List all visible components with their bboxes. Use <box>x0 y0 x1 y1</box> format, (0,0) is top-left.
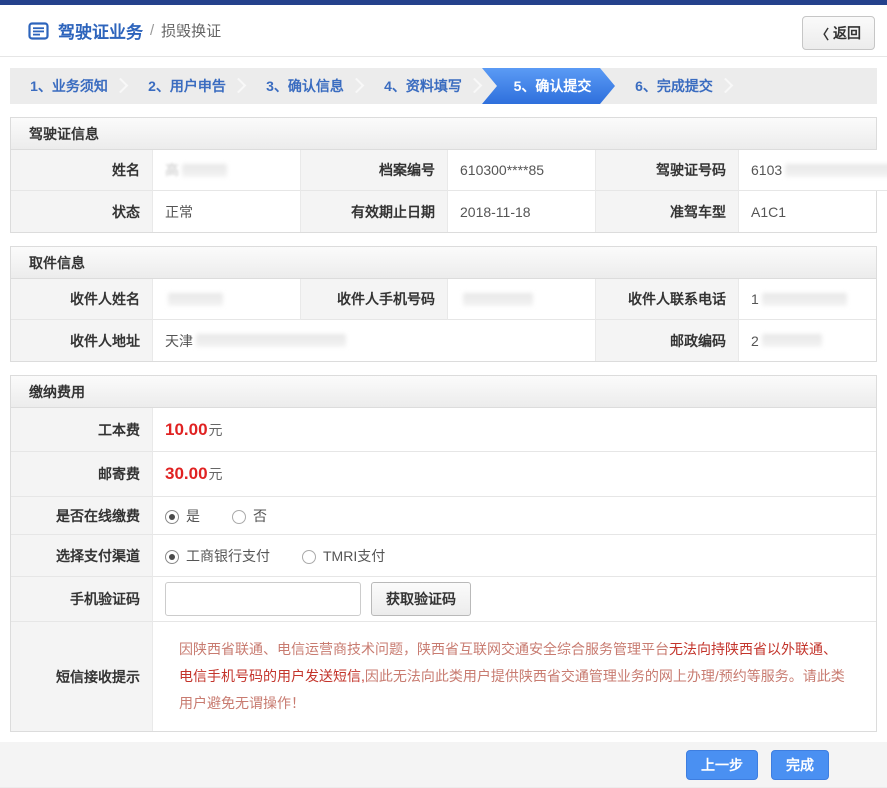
license-no-label: 驾驶证号码 <box>596 150 739 191</box>
step-1-business-notice[interactable]: 1、业务须知 <box>10 68 128 104</box>
online-pay-option-no[interactable]: 否 <box>232 506 267 526</box>
postage-fee-unit: 元 <box>208 466 223 482</box>
fees-section-title: 缴纳费用 <box>11 376 876 408</box>
step-3-confirm-info[interactable]: 3、确认信息 <box>246 68 364 104</box>
radio-yes-selected-icon[interactable] <box>165 509 179 524</box>
redacted-recipient-address <box>196 334 346 347</box>
file-no-value: 610300****85 <box>448 150 596 191</box>
footer-action-bar: 上一步 完成 <box>0 742 887 788</box>
back-chevron-icon: 〈 <box>815 26 829 42</box>
back-button[interactable]: 〈 返回 <box>801 16 875 50</box>
breadcrumb-divider: / <box>150 22 155 39</box>
previous-step-button[interactable]: 上一步 <box>686 749 758 780</box>
finish-button[interactable]: 完成 <box>771 749 829 780</box>
license-info-section-title: 驾驶证信息 <box>11 118 876 150</box>
radio-no-icon[interactable] <box>232 509 246 524</box>
expiry-value: 2018-11-18 <box>448 191 596 232</box>
pay-channel-label: 选择支付渠道 <box>11 535 153 577</box>
page-title: 驾驶证业务 <box>58 23 143 42</box>
breadcrumb-current: 损毁换证 <box>161 23 222 40</box>
sms-code-row: 获取验证码 <box>153 577 876 622</box>
redacted-recipient-mobile <box>463 292 533 306</box>
work-fee-value: 10.00 元 <box>153 408 876 452</box>
redacted-license-no <box>785 163 887 177</box>
recipient-tel-label: 收件人联系电话 <box>596 279 739 320</box>
postal-code-value: 2 <box>739 320 876 361</box>
recipient-mobile-value <box>448 279 596 320</box>
sms-notice-text: 因陕西省联通、电信运营商技术问题，陕西省互联网交通安全综合服务管理平台无法向持陕… <box>153 622 876 731</box>
online-pay-options: 是 否 <box>153 497 876 535</box>
name-value: 高 <box>153 150 301 191</box>
redacted-recipient-tel <box>761 292 847 306</box>
step-6-finish-submit[interactable]: 6、完成提交 <box>615 68 733 104</box>
sms-code-input[interactable] <box>165 582 361 616</box>
pay-channel-options: 工商银行支付 TMRI支付 <box>153 535 876 577</box>
license-info-section: 驾驶证信息 姓名 高 档案编号 610300****85 驾驶证号码 6103 … <box>10 117 887 233</box>
redacted-name <box>182 163 227 177</box>
radio-tmri-icon[interactable] <box>302 549 316 564</box>
recipient-name-value <box>153 279 301 320</box>
postage-fee-amount: 30.00 <box>165 464 208 483</box>
work-fee-unit: 元 <box>208 421 223 438</box>
form-list-icon <box>28 21 49 40</box>
expiry-label: 有效期止日期 <box>301 191 448 232</box>
status-value: 正常 <box>153 191 301 232</box>
step-progress-bar: 1、业务须知 2、用户申告 3、确认信息 4、资料填写 5、确认提交 6、完成提… <box>10 68 877 104</box>
work-fee-label: 工本费 <box>11 408 153 452</box>
step-5-confirm-submit-active[interactable]: 5、确认提交 <box>482 68 615 104</box>
postage-fee-label: 邮寄费 <box>11 452 153 497</box>
online-pay-label: 是否在线缴费 <box>11 497 153 535</box>
postage-fee-value: 30.00 元 <box>153 452 876 497</box>
status-label: 状态 <box>11 191 153 232</box>
radio-icbc-selected-icon[interactable] <box>165 549 179 564</box>
work-fee-amount: 10.00 <box>165 419 208 439</box>
recipient-mobile-label: 收件人手机号码 <box>301 279 448 320</box>
license-no-value: 6103 <box>739 150 887 191</box>
step-bar-filler <box>733 68 877 104</box>
name-label: 姓名 <box>11 150 153 191</box>
recipient-address-value: 天津 <box>153 320 596 361</box>
online-pay-option-yes[interactable]: 是 <box>165 506 200 526</box>
redacted-recipient-name <box>168 292 223 306</box>
fees-section: 缴纳费用 工本费 10.00 元 邮寄费 30.00 元 是否在线缴费 是 否 选择… <box>10 375 877 732</box>
sms-notice-label: 短信接收提示 <box>11 622 153 731</box>
pay-channel-option-tmri[interactable]: TMRI支付 <box>302 546 385 566</box>
vehicle-class-label: 准驾车型 <box>596 191 739 232</box>
step-2-user-declaration[interactable]: 2、用户申告 <box>128 68 246 104</box>
pickup-info-section: 取件信息 收件人姓名 收件人手机号码 收件人联系电话 1 收件人地址 天津 邮政… <box>10 246 877 362</box>
recipient-address-label: 收件人地址 <box>11 320 153 361</box>
recipient-name-label: 收件人姓名 <box>11 279 153 320</box>
get-sms-code-button[interactable]: 获取验证码 <box>371 582 471 616</box>
sms-code-label: 手机验证码 <box>11 577 153 622</box>
redacted-postal-code <box>761 334 822 347</box>
step-4-fill-data[interactable]: 4、资料填写 <box>364 68 482 104</box>
recipient-tel-value: 1 <box>739 279 876 320</box>
back-button-label: 返回 <box>833 25 861 41</box>
pay-channel-option-icbc[interactable]: 工商银行支付 <box>165 546 270 566</box>
postal-code-label: 邮政编码 <box>596 320 739 361</box>
notice-part-1: 因陕西省联通、电信运营商技术问题，陕西省互联网交通安全综合服务管理平台 <box>179 641 669 657</box>
page-header: 驾驶证业务 / 损毁换证 〈 返回 <box>0 5 887 57</box>
file-no-label: 档案编号 <box>301 150 448 191</box>
pickup-info-section-title: 取件信息 <box>11 247 876 279</box>
vehicle-class-value: A1C1 <box>739 191 876 232</box>
